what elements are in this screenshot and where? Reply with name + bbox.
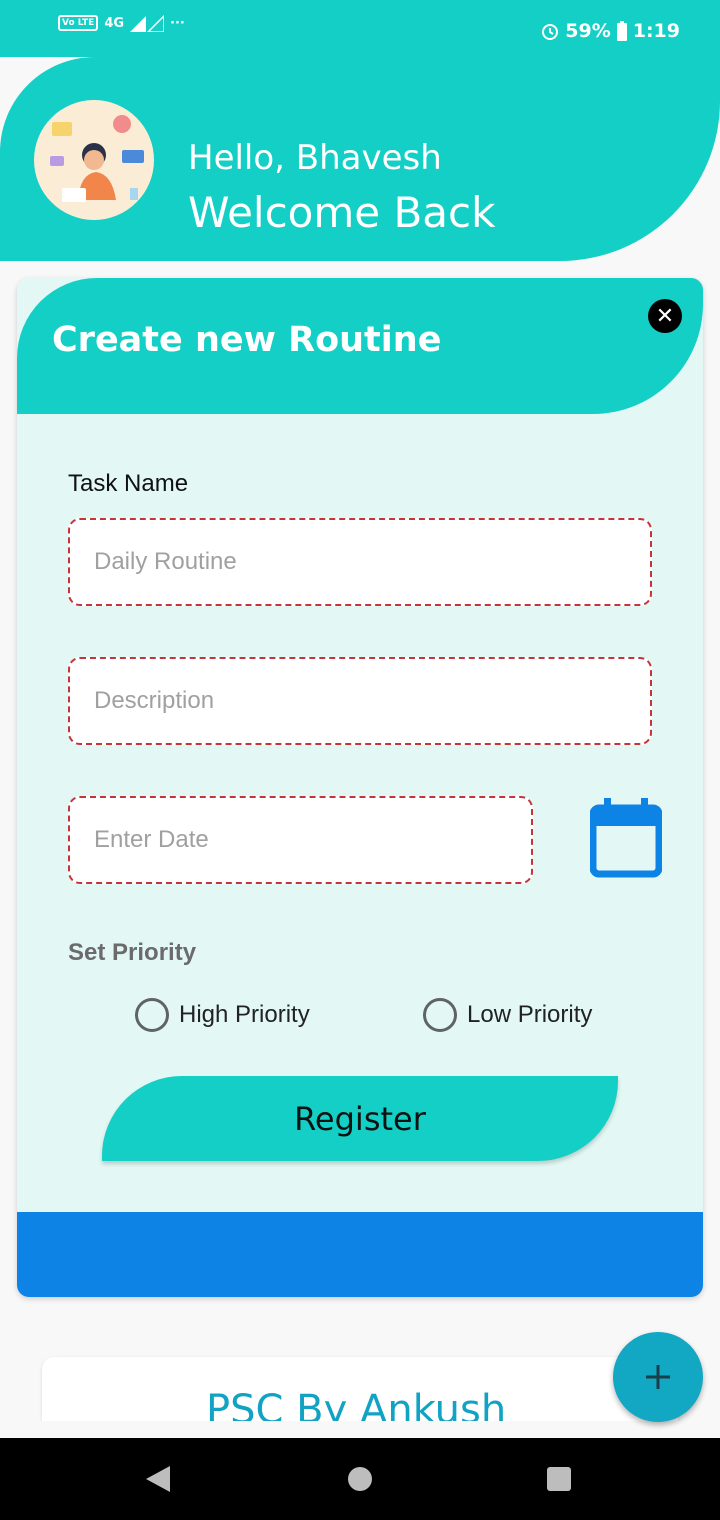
plus-icon <box>646 1365 670 1389</box>
register-button[interactable]: Register <box>102 1076 618 1161</box>
create-routine-dialog: Create new Routine ✕ Task Name Set Prior… <box>17 278 703 1297</box>
calendar-icon[interactable] <box>590 798 662 878</box>
signal-icon <box>130 14 165 32</box>
more-indicator: ··· <box>170 15 185 31</box>
radio-circle-icon <box>135 998 169 1032</box>
low-priority-radio[interactable]: Low Priority <box>423 998 592 1032</box>
home-icon[interactable] <box>348 1467 372 1491</box>
battery-percent: 59% <box>565 20 611 42</box>
dialog-title: Create new Routine <box>52 320 442 360</box>
welcome-text: Welcome Back <box>188 188 496 237</box>
list-clip <box>0 1421 720 1438</box>
volte-badge: Vo LTE <box>58 15 99 31</box>
alarm-icon <box>542 24 559 40</box>
network-type: 4G <box>104 15 125 31</box>
description-input[interactable] <box>94 687 650 715</box>
task-name-input[interactable] <box>94 548 650 576</box>
description-field[interactable] <box>68 657 652 745</box>
add-button[interactable] <box>613 1332 703 1422</box>
avatar[interactable] <box>34 100 154 220</box>
avatar-illustration <box>50 115 144 202</box>
task-name-field[interactable] <box>68 518 652 606</box>
greeting-text: Hello, Bhavesh <box>188 138 442 178</box>
close-icon[interactable]: ✕ <box>648 299 682 333</box>
task-name-label: Task Name <box>68 470 189 497</box>
status-bar: Vo LTE 4G ··· 59% 1:19 <box>0 0 720 57</box>
date-input[interactable] <box>94 826 531 854</box>
high-priority-radio[interactable]: High Priority <box>135 998 310 1032</box>
dialog-footer-bar <box>17 1212 703 1297</box>
back-icon[interactable] <box>146 1466 170 1492</box>
radio-circle-icon <box>423 998 457 1032</box>
high-priority-label: High Priority <box>179 1001 310 1028</box>
battery-icon <box>616 21 627 41</box>
date-field[interactable] <box>68 796 533 884</box>
low-priority-label: Low Priority <box>467 1001 593 1028</box>
status-left: Vo LTE 4G ··· <box>58 14 185 32</box>
recents-icon[interactable] <box>547 1467 571 1491</box>
status-right: 59% 1:19 <box>541 20 680 42</box>
clock: 1:19 <box>632 20 680 42</box>
set-priority-label: Set Priority <box>68 939 197 966</box>
